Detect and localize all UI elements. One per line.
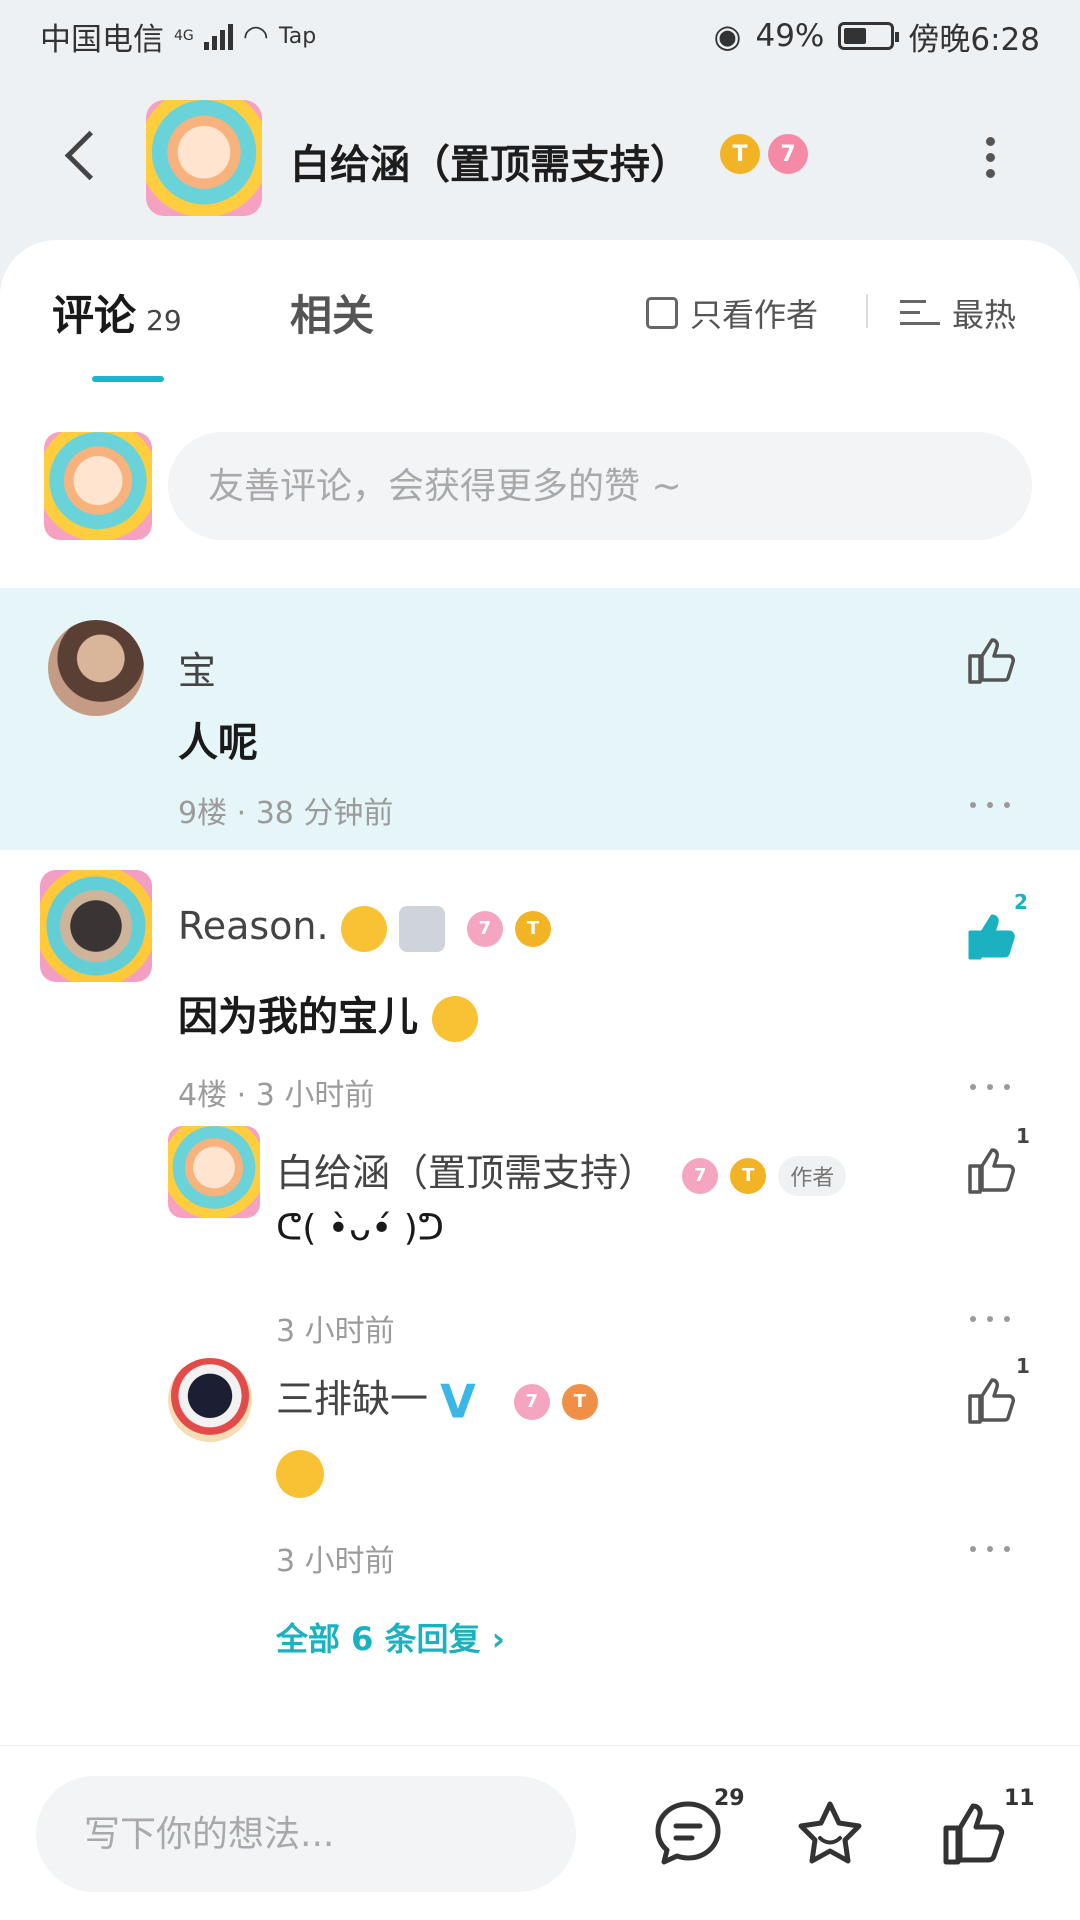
comment-more-button[interactable] bbox=[970, 802, 1010, 814]
comment-item: 宝 人呢 9楼 · 38 分钟前 bbox=[0, 588, 1080, 850]
write-comment-input[interactable] bbox=[36, 1776, 576, 1892]
my-avatar bbox=[44, 432, 152, 540]
clock: 傍晚6:28 bbox=[908, 21, 1040, 58]
neutral-face-emoji-icon bbox=[340, 905, 387, 952]
rank-badge-icon: 7 bbox=[466, 910, 503, 947]
rank-badge-icon: 7 bbox=[682, 1157, 719, 1194]
commenter-avatar[interactable] bbox=[40, 870, 152, 982]
comment-input[interactable] bbox=[168, 432, 1032, 540]
reply-meta: 3 小时前 bbox=[276, 1544, 395, 1579]
comment-text: 因为我的宝儿 bbox=[178, 994, 418, 1040]
like-thumb-icon[interactable] bbox=[936, 1796, 1012, 1872]
eye-icon: ◉ bbox=[713, 17, 742, 55]
reply-author-name[interactable]: 三排缺一 bbox=[276, 1377, 428, 1421]
reply-more-button[interactable] bbox=[970, 1316, 1010, 1328]
more-options-button[interactable] bbox=[980, 132, 1000, 188]
carrier-label: 中国电信 bbox=[40, 21, 164, 58]
sort-label: 最热 bbox=[952, 296, 1017, 334]
verified-icon: V bbox=[440, 1374, 476, 1429]
level-badge-icon: T bbox=[720, 134, 760, 174]
reply-name-row: 三排缺一 V 7 T bbox=[276, 1368, 598, 1429]
like-icon[interactable] bbox=[962, 1140, 1022, 1200]
tab-comments[interactable]: 评论 29 bbox=[52, 282, 182, 343]
back-button[interactable] bbox=[60, 128, 100, 184]
reply-name-row: 白给涵（置顶需支持） 7 T 作者 bbox=[276, 1142, 847, 1197]
comment-composer bbox=[0, 420, 1080, 560]
divider bbox=[866, 294, 868, 328]
author-avatar[interactable] bbox=[146, 100, 262, 216]
commenter-name[interactable]: 宝 bbox=[178, 640, 216, 695]
reply-meta: 3 小时前 bbox=[276, 1314, 395, 1349]
only-author-checkbox[interactable] bbox=[646, 297, 678, 329]
author-badges: T 7 bbox=[720, 134, 808, 174]
battery-percent: 49% bbox=[755, 18, 825, 54]
reply-avatar[interactable] bbox=[168, 1358, 252, 1442]
reply-text: ᕦ( •̀ᴗ•́ )ᕤ bbox=[276, 1208, 445, 1249]
view-all-replies-link[interactable]: 全部 6 条回复 › bbox=[276, 1614, 505, 1660]
like-count: 1 bbox=[1016, 1124, 1030, 1148]
reply-author-name[interactable]: 白给涵（置顶需支持） bbox=[276, 1151, 656, 1195]
like-icon[interactable] bbox=[962, 630, 1022, 690]
post-like-count: 11 bbox=[1004, 1786, 1035, 1811]
like-count: 1 bbox=[1016, 1354, 1030, 1378]
app-indicator: Tap bbox=[278, 23, 317, 49]
comment-item: Reason. 7 T 2 因为我的宝儿 4楼 · 3 小时前 白给涵（置顶需支… bbox=[0, 850, 1080, 1745]
network-type: 4G bbox=[174, 28, 194, 44]
weary-face-emoji-icon bbox=[276, 1450, 324, 1498]
tab-bar: 评论 29 相关 只看作者 最热 bbox=[0, 240, 1080, 390]
liked-thumb-icon[interactable] bbox=[962, 906, 1022, 966]
tab-comments-label: 评论 bbox=[52, 291, 137, 340]
reply-avatar[interactable] bbox=[168, 1126, 260, 1218]
comment-meta: 4楼 · 3 小时前 bbox=[178, 1078, 375, 1113]
level-badge-icon: T bbox=[561, 1383, 598, 1420]
rank-badge-icon: 7 bbox=[768, 134, 808, 174]
wifi-icon: ◠ bbox=[242, 18, 269, 54]
only-author-toggle[interactable]: 只看作者 bbox=[646, 290, 818, 336]
level-badge-icon: T bbox=[514, 910, 551, 947]
commenter-avatar[interactable] bbox=[48, 620, 144, 716]
comment-text-row: 因为我的宝儿 bbox=[178, 984, 478, 1042]
comment-more-button[interactable] bbox=[970, 1084, 1010, 1096]
reply-more-button[interactable] bbox=[970, 1546, 1010, 1558]
bottom-action-bar: 29 11 bbox=[0, 1745, 1080, 1920]
tab-related[interactable]: 相关 bbox=[290, 282, 374, 343]
sort-icon bbox=[900, 298, 940, 328]
like-count: 2 bbox=[1014, 890, 1028, 914]
comments-panel: 评论29 相关 只看作者 最热 宝 人呢 9楼 · 38 分钟前 Reason bbox=[0, 240, 1080, 1745]
status-bar: 中国电信 4G ◠ Tap ◉ 49% 傍晚6:28 bbox=[0, 0, 1080, 72]
like-icon[interactable] bbox=[962, 1370, 1022, 1430]
level-badge-icon: T bbox=[730, 1157, 767, 1194]
only-author-label: 只看作者 bbox=[690, 296, 819, 334]
active-tab-indicator bbox=[92, 376, 164, 382]
signal-icon bbox=[203, 22, 233, 50]
favorite-star-icon[interactable] bbox=[792, 1796, 868, 1872]
author-tag: 作者 bbox=[778, 1155, 847, 1196]
rank-badge-icon: 7 bbox=[513, 1383, 550, 1420]
sort-button[interactable]: 最热 bbox=[900, 290, 1016, 336]
reply-text-row bbox=[276, 1450, 324, 1498]
post-header: 白给涵（置顶需支持） T 7 bbox=[0, 72, 1080, 240]
tab-comments-count: 29 bbox=[146, 304, 182, 337]
comment-meta: 9楼 · 38 分钟前 bbox=[178, 796, 394, 831]
commenter-name[interactable]: Reason. bbox=[178, 904, 329, 948]
yum-face-emoji-icon bbox=[431, 996, 478, 1042]
battery-icon bbox=[838, 22, 900, 50]
commenter-name-row: Reason. 7 T bbox=[178, 904, 551, 952]
cloud-emoji-icon bbox=[398, 905, 445, 952]
comment-text: 人呢 bbox=[178, 720, 258, 766]
author-name[interactable]: 白给涵（置顶需支持） bbox=[290, 132, 690, 190]
comment-count: 29 bbox=[714, 1786, 745, 1811]
